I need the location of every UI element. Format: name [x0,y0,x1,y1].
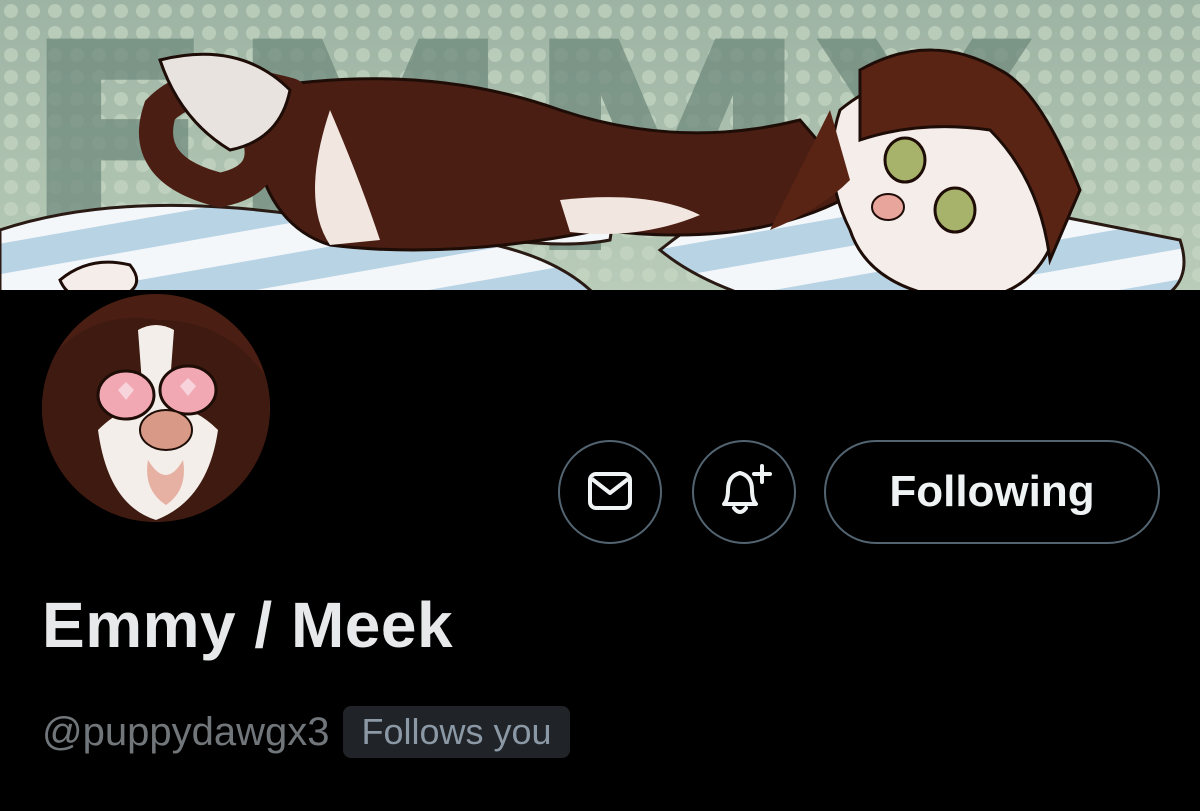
following-button[interactable]: Following [824,440,1160,544]
profile-banner[interactable]: EMMY [0,0,1200,290]
avatar-image [38,290,274,526]
user-handle: @puppydawgx3 [42,709,330,754]
banner-illustration: EMMY [0,0,1200,290]
display-name: Emmy / Meek [42,589,454,661]
bell-plus-icon [714,462,774,523]
message-button[interactable] [558,440,662,544]
profile-avatar[interactable] [38,290,274,526]
follows-you-badge: Follows you [343,706,570,758]
handle-row: @puppydawgx3 Follows you [42,704,570,760]
envelope-icon [587,471,633,514]
notifications-button[interactable] [692,440,796,544]
